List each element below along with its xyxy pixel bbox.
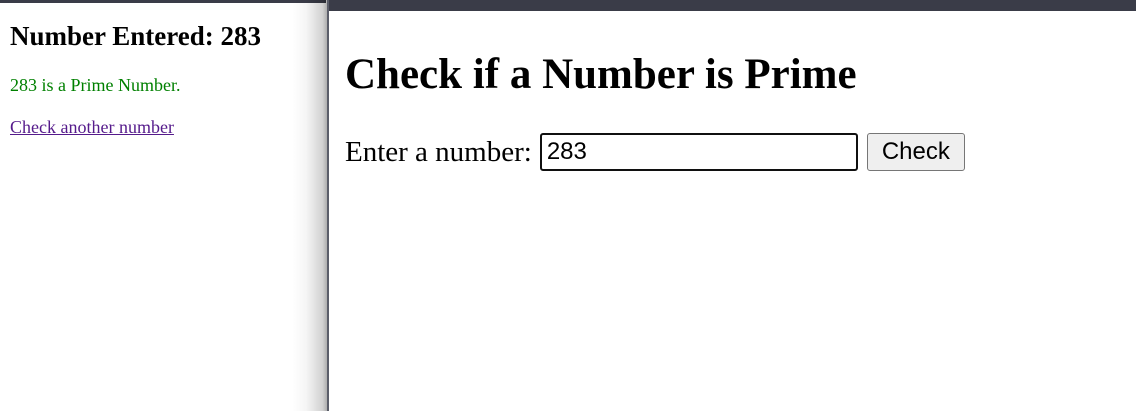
result-window: Number Entered: 283 283 is a Prime Numbe… xyxy=(0,0,326,411)
prime-result-message: 283 is a Prime Number. xyxy=(10,75,181,95)
window-shadow xyxy=(292,0,328,411)
desktop-screen: Number Entered: 283 283 is a Prime Numbe… xyxy=(0,0,1136,411)
number-form: Enter a number: Check xyxy=(345,132,965,172)
check-another-number-link[interactable]: Check another number xyxy=(10,116,174,138)
result-content: Number Entered: 283 283 is a Prime Numbe… xyxy=(10,20,320,138)
page-title: Check if a Number is Prime xyxy=(345,51,857,98)
result-heading: Number Entered: 283 xyxy=(10,21,261,51)
form-window: Check if a Number is Prime Enter a numbe… xyxy=(327,0,1136,411)
form-window-top-bar xyxy=(329,0,1136,11)
form-content: Check if a Number is Prime Enter a numbe… xyxy=(345,50,965,172)
number-input[interactable] xyxy=(539,133,858,171)
result-window-top-strip xyxy=(0,0,326,3)
check-button[interactable]: Check xyxy=(866,133,965,171)
number-label: Enter a number: xyxy=(345,136,532,168)
